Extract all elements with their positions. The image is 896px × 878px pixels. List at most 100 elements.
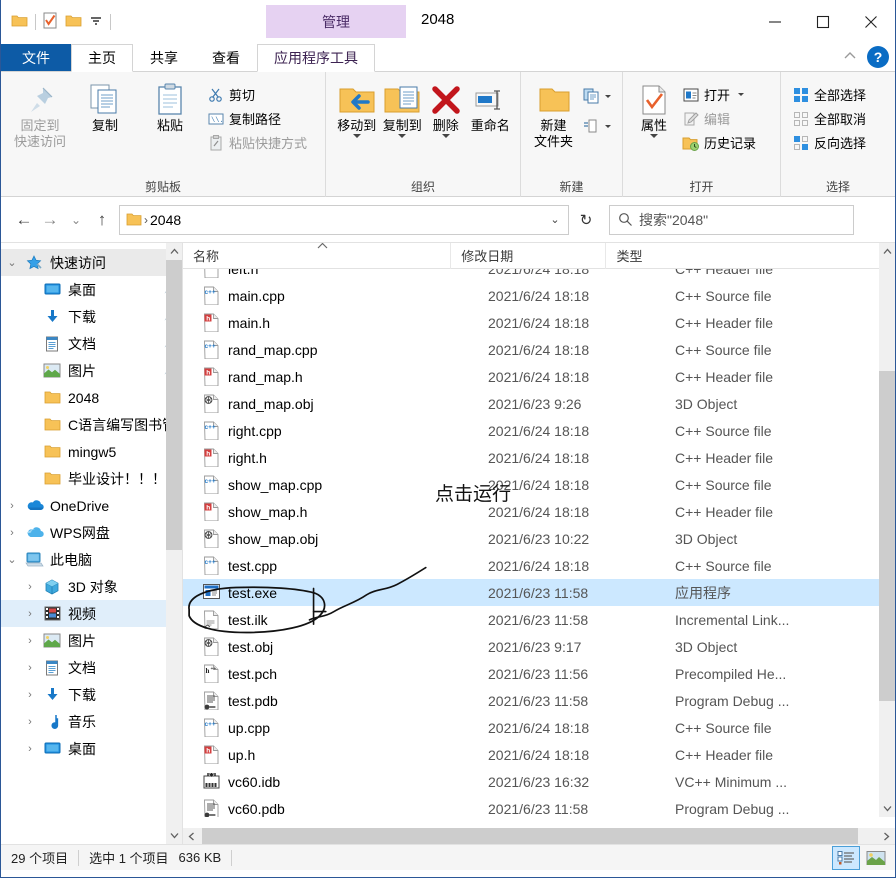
search-input[interactable]: 搜索"2048" [639,210,708,230]
table-row[interactable]: show_map.obj 2021/6/23 10:22 3D Object [183,525,895,552]
move-to-button[interactable]: 移动到 [334,79,379,138]
breadcrumb-dropdown-icon[interactable]: ⌄ [544,213,566,226]
chevron-right-icon[interactable]: › [1,500,23,512]
table-row[interactable]: h rand_map.h 2021/6/24 18:18 C++ Header fil… [183,363,895,390]
properties-button[interactable]: 属性 [631,79,677,138]
easy-access-button[interactable] [580,115,616,137]
list-scroll-thumb[interactable] [879,371,895,701]
delete-chevron-down-icon[interactable] [441,134,450,138]
ribbon-tab-share[interactable]: 共享 [133,44,195,71]
navigation-scrollbar[interactable] [166,243,182,844]
sidebar-item-14[interactable]: › 图片 [1,627,182,654]
easy-access-chevron-down-icon[interactable] [605,124,611,128]
minimize-button[interactable] [751,0,799,44]
table-row[interactable]: c++ rand_map.cpp 2021/6/24 18:18 C++ Source… [183,336,895,363]
table-row[interactable]: vc60.pdb 2021/6/23 11:58 Program Debug ... [183,795,895,817]
delete-button[interactable]: 删除 [425,79,467,138]
sidebar-item-5[interactable]: 2048 [1,384,182,411]
list-scroll-right-icon[interactable] [878,828,895,844]
copy-to-chevron-down-icon[interactable] [398,134,407,138]
list-hscroll-thumb[interactable] [202,828,858,844]
column-header-type[interactable]: 类型 [606,243,895,269]
sidebar-item-15[interactable]: › 文档 [1,654,182,681]
chevron-down-icon[interactable]: ⌄ [1,256,23,269]
sidebar-item-2[interactable]: 下载 [1,303,182,330]
chevron-right-icon[interactable]: › [19,608,41,620]
forward-button[interactable]: → [37,205,63,235]
chevron-right-icon[interactable]: › [1,527,23,539]
sidebar-item-17[interactable]: › 音乐 [1,708,182,735]
table-row[interactable]: h right.h 2021/6/24 18:18 C++ Header file [183,444,895,471]
recent-locations-button[interactable]: ⌄ [63,205,89,235]
table-row[interactable]: h show_map.h 2021/6/24 18:18 C++ Header fil… [183,498,895,525]
breadcrumb-current-folder[interactable]: 2048 [150,212,544,228]
sidebar-item-11[interactable]: ⌄ 此电脑 [1,546,182,573]
sidebar-item-18[interactable]: › 桌面 [1,735,182,762]
list-scroll-down-icon[interactable] [879,800,895,817]
open-chevron-down-icon[interactable] [738,93,745,96]
close-button[interactable] [847,0,895,44]
chevron-right-icon[interactable]: › [19,689,41,701]
new-item-button[interactable] [580,85,616,107]
details-view-button[interactable] [832,846,860,870]
help-icon[interactable]: ? [867,46,889,68]
qat-new-folder-icon[interactable] [43,12,58,32]
table-row[interactable]: c++ right.cpp 2021/6/24 18:18 C++ Source fi… [183,417,895,444]
sidebar-item-13[interactable]: › 视频 [1,600,182,627]
table-row[interactable]: h main.h 2021/6/24 18:18 C++ Header file [183,309,895,336]
file-list-horizontal-scrollbar[interactable] [183,828,895,844]
copy-path-button[interactable]: \\.. 复制路径 [204,107,312,130]
history-button[interactable]: 历史记录 [679,131,761,154]
table-row[interactable]: test.exe 2021/6/23 11:58 应用程序 [183,579,895,606]
open-button[interactable]: 打开 [679,83,761,106]
ribbon-tab-application-tools[interactable]: 应用程序工具 [257,44,375,72]
refresh-button[interactable]: ↻ [571,205,601,235]
table-row[interactable]: c++ main.cpp 2021/6/24 18:18 C++ Source fil… [183,282,895,309]
ribbon-tab-file[interactable]: 文件 [1,44,71,71]
sidebar-item-3[interactable]: 文档 [1,330,182,357]
table-row[interactable]: h left.h 2021/6/24 18:18C++ Header file [183,269,895,282]
list-scroll-left-icon[interactable] [183,828,200,844]
chevron-right-icon[interactable]: › [19,662,41,674]
edit-button[interactable]: 编辑 [679,107,761,130]
collapse-ribbon-icon[interactable] [843,50,857,65]
new-item-chevron-down-icon[interactable] [605,94,611,98]
ribbon-tab-home[interactable]: 主页 [71,44,133,72]
sidebar-item-6[interactable]: C语言编写图书管 [1,411,182,438]
sidebar-item-7[interactable]: mingw5 [1,438,182,465]
qat-folder-icon[interactable] [65,13,82,32]
large-icons-view-button[interactable] [863,847,889,869]
ribbon-tab-view[interactable]: 查看 [195,44,257,71]
file-list-vertical-scrollbar[interactable] [879,243,895,817]
table-row[interactable]: test.ilk 2021/6/23 11:58 Incremental Link.… [183,606,895,633]
table-row[interactable]: c++ up.cpp 2021/6/24 18:18 C++ Source file [183,714,895,741]
table-row[interactable]: test.pdb 2021/6/23 11:58 Program Debug ... [183,687,895,714]
qat-properties-icon[interactable] [11,13,28,32]
sidebar-item-0[interactable]: ⌄ 快速访问 [1,249,182,276]
chevron-right-icon[interactable]: › [19,743,41,755]
chevron-down-icon[interactable]: ⌄ [1,553,23,566]
sidebar-item-8[interactable]: 毕业设计！！！ [1,465,182,492]
sidebar-item-9[interactable]: › OneDrive [1,492,182,519]
column-header-date[interactable]: 修改日期 [451,243,607,269]
breadcrumb-bar[interactable]: › 2048 ⌄ [119,204,569,235]
new-folder-button[interactable]: 新建 文件夹 [529,79,578,150]
table-row[interactable]: c++ test.cpp 2021/6/24 18:18 C++ Source fil… [183,552,895,579]
list-hscroll-track[interactable] [200,828,878,844]
up-button[interactable]: ↑ [89,205,115,235]
maximize-button[interactable] [799,0,847,44]
rename-button[interactable]: 重命名 [467,79,514,134]
select-none-button[interactable]: 全部取消 [789,107,871,130]
nav-scroll-thumb[interactable] [166,260,182,550]
copy-to-button[interactable]: 复制到 [379,79,424,138]
sidebar-item-16[interactable]: › 下载 [1,681,182,708]
column-header-name[interactable]: 名称 [183,243,452,269]
back-button[interactable]: ← [11,205,37,235]
paste-button[interactable]: 粘贴 [139,79,201,134]
properties-chevron-down-icon[interactable] [650,134,658,138]
sidebar-item-4[interactable]: 图片 [1,357,182,384]
table-row[interactable]: h up.h 2021/6/24 18:18 C++ Header file [183,741,895,768]
table-row[interactable]: c++ show_map.cpp 2021/6/24 18:18 C++ Source… [183,471,895,498]
table-row[interactable]: test.obj 2021/6/23 9:17 3D Object [183,633,895,660]
select-all-button[interactable]: 全部选择 [789,83,871,106]
